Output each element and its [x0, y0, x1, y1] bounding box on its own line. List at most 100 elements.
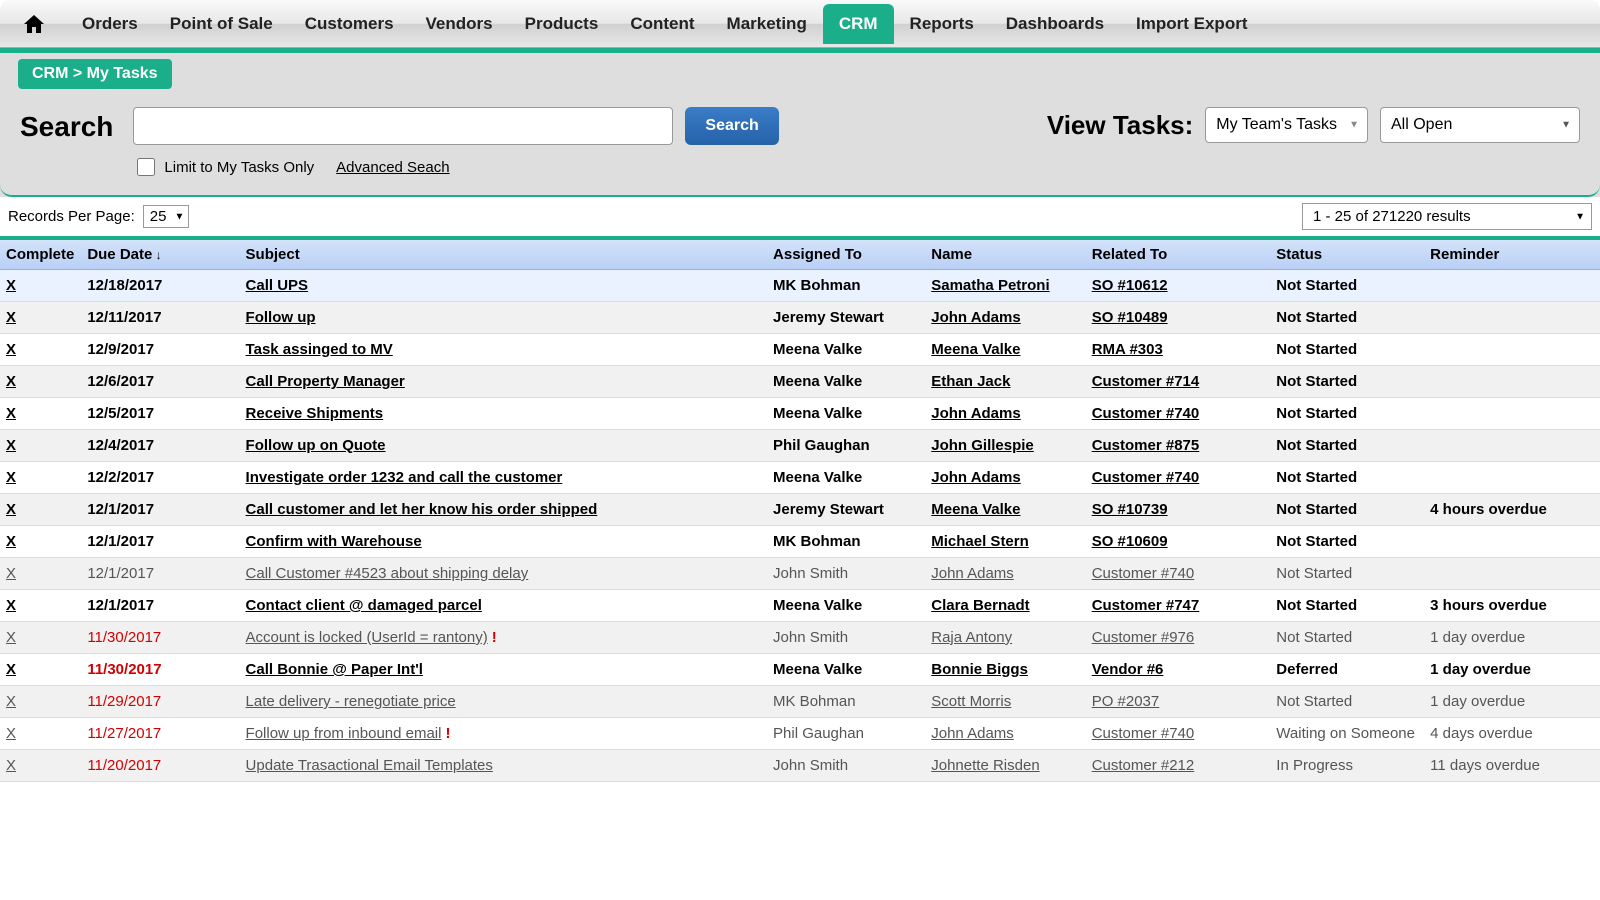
complete-action[interactable]: X [6, 437, 16, 454]
subject-link[interactable]: Follow up on Quote [246, 437, 386, 454]
related-link[interactable]: Customer #740 [1092, 405, 1200, 422]
advanced-search-link[interactable]: Advanced Seach [336, 159, 449, 176]
related-link[interactable]: Customer #976 [1092, 629, 1195, 646]
name-link[interactable]: Bonnie Biggs [931, 661, 1028, 678]
name-link[interactable]: John Gillespie [931, 437, 1034, 454]
nav-point-of-sale[interactable]: Point of Sale [154, 2, 289, 46]
related-link[interactable]: Customer #740 [1092, 469, 1200, 486]
related-link[interactable]: SO #10612 [1092, 277, 1168, 294]
related-link[interactable]: Vendor #6 [1092, 661, 1164, 678]
related-link[interactable]: SO #10489 [1092, 309, 1168, 326]
complete-action[interactable]: X [6, 757, 16, 774]
col-due-date[interactable]: Due Date ↓ [81, 240, 239, 270]
nav-reports[interactable]: Reports [894, 2, 990, 46]
due-date: 11/30/2017 [81, 654, 239, 686]
name-link[interactable]: John Adams [931, 725, 1014, 742]
subject-link[interactable]: Call customer and let her know his order… [246, 501, 598, 518]
related-link[interactable]: Customer #740 [1092, 565, 1195, 582]
name-link[interactable]: John Adams [931, 469, 1020, 486]
nav-import-export[interactable]: Import Export [1120, 2, 1263, 46]
subject-link[interactable]: Confirm with Warehouse [246, 533, 422, 550]
related-link[interactable]: PO #2037 [1092, 693, 1160, 710]
subject-link[interactable]: Call Property Manager [246, 373, 405, 390]
name-link[interactable]: John Adams [931, 565, 1014, 582]
complete-action[interactable]: X [6, 373, 16, 390]
subject-link[interactable]: Follow up [246, 309, 316, 326]
reminder [1424, 398, 1600, 430]
name-link[interactable]: John Adams [931, 405, 1020, 422]
subject-link[interactable]: Call Bonnie @ Paper Int'l [246, 661, 423, 678]
complete-action[interactable]: X [6, 725, 16, 742]
complete-action[interactable]: X [6, 597, 16, 614]
related-link[interactable]: Customer #212 [1092, 757, 1195, 774]
nav-crm[interactable]: CRM [823, 4, 894, 44]
complete-action[interactable]: X [6, 501, 16, 518]
related-link[interactable]: Customer #714 [1092, 373, 1200, 390]
complete-action[interactable]: X [6, 565, 16, 582]
col-name[interactable]: Name [925, 240, 1085, 270]
complete-action[interactable]: X [6, 693, 16, 710]
subject-link[interactable]: Call Customer #4523 about shipping delay [246, 565, 529, 582]
nav-products[interactable]: Products [509, 2, 615, 46]
search-input[interactable] [133, 107, 673, 145]
nav-content[interactable]: Content [614, 2, 710, 46]
subject-link[interactable]: Task assinged to MV [246, 341, 393, 358]
table-row: X11/27/2017Follow up from inbound email!… [0, 718, 1600, 750]
subject-link[interactable]: Follow up from inbound email [246, 725, 442, 742]
col-related-to[interactable]: Related To [1086, 240, 1271, 270]
col-assigned-to[interactable]: Assigned To [767, 240, 925, 270]
team-filter-dropdown[interactable]: My Team's Tasks [1205, 107, 1368, 143]
subject-link[interactable]: Update Trasactional Email Templates [246, 757, 493, 774]
complete-action[interactable]: X [6, 309, 16, 326]
name-link[interactable]: Ethan Jack [931, 373, 1010, 390]
related-link[interactable]: Customer #740 [1092, 725, 1195, 742]
table-row: X12/1/2017Contact client @ damaged parce… [0, 590, 1600, 622]
status: Waiting on Someone [1270, 718, 1424, 750]
subject-link[interactable]: Receive Shipments [246, 405, 384, 422]
nav-customers[interactable]: Customers [289, 2, 410, 46]
complete-action[interactable]: X [6, 661, 16, 678]
nav-vendors[interactable]: Vendors [410, 2, 509, 46]
col-status[interactable]: Status [1270, 240, 1424, 270]
name-link[interactable]: Meena Valke [931, 501, 1020, 518]
complete-action[interactable]: X [6, 405, 16, 422]
complete-action[interactable]: X [6, 469, 16, 486]
related-link[interactable]: SO #10609 [1092, 533, 1168, 550]
name-link[interactable]: John Adams [931, 309, 1020, 326]
name-link[interactable]: Johnette Risden [931, 757, 1039, 774]
status-filter-dropdown[interactable]: All Open [1380, 107, 1580, 143]
subject-link[interactable]: Investigate order 1232 and call the cust… [246, 469, 563, 486]
complete-action[interactable]: X [6, 341, 16, 358]
name-link[interactable]: Clara Bernadt [931, 597, 1029, 614]
due-date: 12/4/2017 [81, 430, 239, 462]
subject-link[interactable]: Late delivery - renegotiate price [246, 693, 456, 710]
name-link[interactable]: Scott Morris [931, 693, 1011, 710]
subject-link[interactable]: Account is locked (UserId = rantony) [246, 629, 488, 646]
name-link[interactable]: Michael Stern [931, 533, 1029, 550]
subject-link[interactable]: Contact client @ damaged parcel [246, 597, 482, 614]
related-link[interactable]: SO #10739 [1092, 501, 1168, 518]
col-subject[interactable]: Subject [240, 240, 767, 270]
related-link[interactable]: Customer #875 [1092, 437, 1200, 454]
col-reminder[interactable]: Reminder [1424, 240, 1600, 270]
nav-dashboards[interactable]: Dashboards [990, 2, 1120, 46]
col-complete[interactable]: Complete [0, 240, 81, 270]
results-pagination-dropdown[interactable]: 1 - 25 of 271220 results [1302, 203, 1592, 230]
name-link[interactable]: Meena Valke [931, 341, 1020, 358]
complete-action[interactable]: X [6, 533, 16, 550]
assigned-to: John Smith [767, 750, 925, 782]
nav-orders[interactable]: Orders [66, 2, 154, 46]
records-per-page-select[interactable]: 25 [143, 205, 190, 228]
complete-action[interactable]: X [6, 277, 16, 294]
related-link[interactable]: Customer #747 [1092, 597, 1200, 614]
limit-checkbox[interactable] [137, 158, 155, 176]
name-link[interactable]: Samatha Petroni [931, 277, 1049, 294]
subject-link[interactable]: Call UPS [246, 277, 309, 294]
home-icon[interactable] [22, 12, 46, 36]
nav-marketing[interactable]: Marketing [711, 2, 823, 46]
complete-action[interactable]: X [6, 629, 16, 646]
related-link[interactable]: RMA #303 [1092, 341, 1163, 358]
search-button[interactable]: Search [685, 107, 778, 145]
name-link[interactable]: Raja Antony [931, 629, 1012, 646]
status: Not Started [1270, 686, 1424, 718]
